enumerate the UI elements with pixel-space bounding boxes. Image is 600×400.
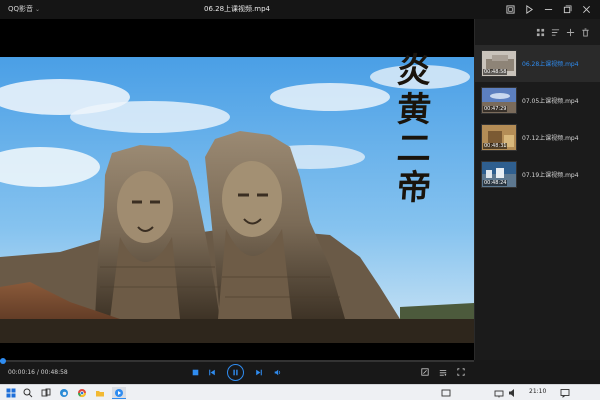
time-display: 00:00:16 / 00:48:58 (8, 369, 68, 376)
video-thumbnail: 00:48:31 (481, 124, 517, 151)
playlist-item[interactable]: 00:48:58 06.28上课视频.mp4 (475, 45, 600, 82)
calligraphy-char: 二 (395, 129, 433, 169)
plus-icon (566, 28, 575, 36)
speaker-icon (509, 389, 514, 397)
add-file-button[interactable] (566, 28, 575, 37)
toolbox-icon (439, 370, 447, 376)
pause-icon (233, 369, 238, 376)
play-mode-button[interactable] (520, 2, 539, 17)
video-thumbnail: 00:48:58 (481, 50, 517, 77)
playlist-item-name: 06.28上课视频.mp4 (522, 61, 579, 68)
input-method-icon (441, 389, 451, 397)
play-triangle-icon (526, 5, 534, 14)
previous-icon (209, 369, 215, 376)
qq-player-icon (115, 388, 123, 397)
screenshot-icon (506, 5, 515, 14)
calligraphy-char: 黄 (395, 90, 433, 130)
previous-button[interactable] (208, 369, 216, 376)
pause-button[interactable] (227, 364, 244, 381)
stop-icon (192, 369, 199, 376)
maximize-icon (563, 5, 572, 14)
search-button[interactable] (22, 387, 34, 399)
calligraphy-char: 炎 (395, 51, 433, 91)
start-button[interactable] (5, 387, 17, 399)
playlist-item[interactable]: 00:47:29 07.05上课视频.mp4 (475, 82, 600, 119)
delete-button[interactable] (581, 27, 590, 37)
video-thumbnail: 00:47:29 (481, 87, 517, 114)
progress-handle[interactable] (0, 358, 6, 364)
thumbnail-duration: 00:48:58 (483, 69, 508, 75)
tray-volume-icon[interactable] (508, 387, 518, 399)
tray-network-icon[interactable] (494, 387, 504, 399)
windows-logo-icon (6, 388, 16, 398)
edge-browser-icon (60, 389, 68, 397)
playlist-item-name: 07.05上课视频.mp4 (522, 98, 579, 105)
taskbar-app-chrome[interactable] (76, 387, 88, 399)
video-settings-button[interactable] (421, 368, 429, 376)
playlist-toolbar (475, 19, 600, 45)
taskbar-app-edge[interactable] (58, 387, 70, 399)
grid-icon (536, 28, 545, 36)
tray-ime-icon[interactable] (440, 387, 452, 399)
windows-taskbar: 21:10 (0, 384, 600, 400)
minimize-button[interactable] (539, 2, 558, 17)
close-icon (583, 6, 590, 13)
playlist-panel: 00:48:58 06.28上课视频.mp4 00:47:29 07.05上课视… (474, 19, 600, 360)
video-area[interactable]: 炎 黄 二 帝 (0, 19, 474, 360)
taskbar-clock[interactable]: 21:10 (529, 388, 546, 395)
search-icon (23, 388, 33, 398)
folder-icon (96, 391, 104, 397)
thumbnail-duration: 00:48:31 (483, 143, 508, 149)
calligraphy-char: 帝 (395, 168, 433, 208)
calligraphy-caption: 炎 黄 二 帝 (395, 51, 433, 208)
notification-icon (560, 389, 570, 398)
progress-bar[interactable] (0, 358, 474, 364)
screenshot-button[interactable] (501, 2, 520, 17)
playlist-item-name: 07.12上课视频.mp4 (522, 135, 579, 142)
list-sort-icon (551, 28, 560, 36)
task-view-icon (41, 388, 51, 397)
next-icon (256, 369, 262, 376)
control-bar: 00:00:16 / 00:48:58 (0, 358, 600, 384)
video-thumbnail: 00:48:24 (481, 161, 517, 188)
window-title: 06.28上课视频.mp4 (204, 5, 270, 13)
edit-image-icon (421, 368, 429, 376)
maximize-button[interactable] (558, 2, 577, 17)
thumbnail-duration: 00:47:29 (483, 106, 508, 112)
network-icon (494, 390, 504, 398)
fullscreen-button[interactable] (457, 368, 465, 376)
playlist-item[interactable]: 00:48:31 07.12上课视频.mp4 (475, 119, 600, 156)
close-button[interactable] (577, 2, 596, 17)
trash-icon (582, 27, 589, 37)
stop-button[interactable] (192, 369, 199, 376)
playlist-item-name: 07.19上课视频.mp4 (522, 172, 579, 179)
notification-button[interactable] (560, 387, 570, 399)
thumbnail-duration: 00:48:24 (483, 180, 508, 186)
title-bar: QQ影音 ⌄ 06.28上课视频.mp4 (0, 0, 600, 19)
grid-view-button[interactable] (536, 28, 545, 37)
toolbox-button[interactable] (439, 368, 447, 376)
task-view-button[interactable] (40, 387, 52, 399)
sort-button[interactable] (551, 28, 560, 37)
taskbar-app-qqplayer[interactable] (112, 387, 126, 399)
chrome-icon (77, 389, 87, 398)
taskbar-app-explorer[interactable] (94, 387, 106, 399)
minimize-icon (544, 9, 553, 10)
volume-icon (274, 369, 281, 376)
playlist-item[interactable]: 00:48:24 07.19上课视频.mp4 (475, 156, 600, 193)
volume-button[interactable] (273, 369, 282, 376)
next-button[interactable] (255, 369, 263, 376)
fullscreen-icon (457, 368, 465, 376)
